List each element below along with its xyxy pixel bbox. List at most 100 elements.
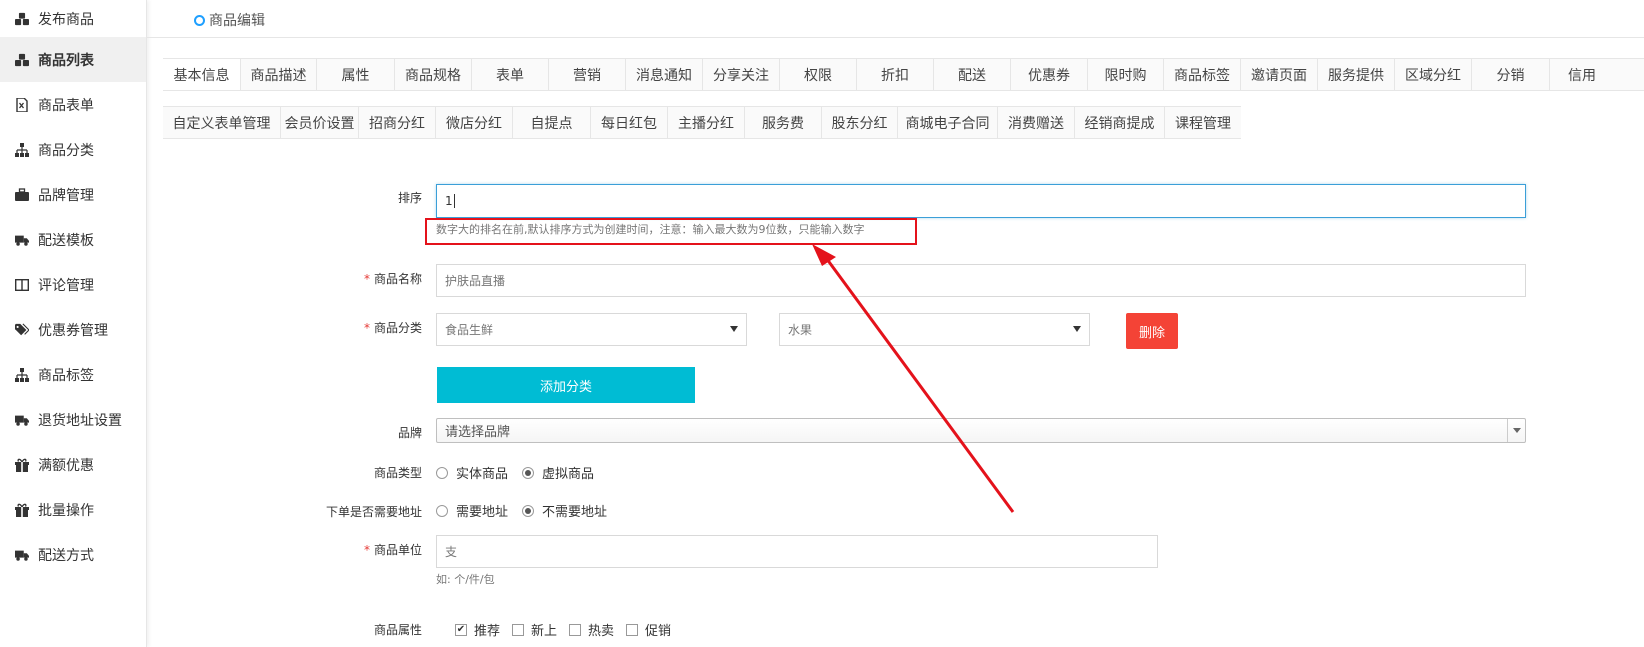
tab-tabs_row1-10[interactable]: 配送 (933, 59, 1010, 90)
tab-tabs_row2-3[interactable]: 微店分红 (435, 107, 512, 138)
breadcrumb: 商品编辑 (194, 10, 265, 30)
tab-tabs_row2-10[interactable]: 消费赠送 (997, 107, 1074, 138)
tags-icon (14, 322, 30, 337)
checkbox[interactable] (512, 623, 525, 636)
sidebar-item-8[interactable]: 商品标签 (0, 352, 146, 397)
sitemap-icon (14, 367, 30, 382)
tab-tabs_row1-17[interactable]: 分销 (1471, 59, 1549, 90)
sidebar-item-label: 商品分类 (38, 142, 94, 159)
tab-tabs_row1-15[interactable]: 服务提供 (1317, 59, 1394, 90)
tab-tabs_row2-6[interactable]: 主播分红 (667, 107, 744, 138)
product-name-input[interactable]: 护肤品直播 (436, 264, 1526, 297)
sort-input-value: 1 (445, 194, 453, 208)
sidebar-item-11[interactable]: 批量操作 (0, 487, 146, 532)
attributes-label: 商品属性 (373, 623, 422, 637)
radio-button[interactable] (522, 504, 535, 517)
add-category-button[interactable]: 添加分类 (437, 367, 695, 403)
tab-tabs_row1-11[interactable]: 优惠券 (1010, 59, 1087, 90)
tab-bar-primary: 基本信息 商品描述 属性 商品规格 表单 营销 消息通知 分享关注 权限 折扣 配送 优惠券 限时购 商品… (163, 58, 1644, 91)
checkbox-label[interactable]: 促销 (645, 620, 671, 639)
tab-tabs_row2-11[interactable]: 经销商提成 (1074, 107, 1164, 138)
category-secondary-select[interactable]: 水果 (779, 313, 1090, 346)
tab-tabs_row1-0[interactable]: 基本信息 (163, 59, 240, 90)
checkbox-label[interactable]: 热卖 (588, 620, 614, 639)
need-address-label: 下单是否需要地址 (325, 505, 422, 519)
brand-placeholder: 请选择品牌 (445, 425, 511, 440)
radio-label[interactable]: 虚拟商品 (542, 463, 594, 482)
caret-down-icon (730, 326, 738, 332)
tab-tabs_row1-12[interactable]: 限时购 (1087, 59, 1163, 90)
sidebar-item-label: 评论管理 (38, 277, 94, 294)
tab-tabs_row2-12[interactable]: 课程管理 (1164, 107, 1241, 138)
chevron-down-icon (1507, 419, 1525, 442)
tab-tabs_row2-2[interactable]: 招商分红 (358, 107, 435, 138)
tab-tabs_row1-7[interactable]: 分享关注 (702, 59, 779, 90)
sidebar-item-12[interactable]: 配送方式 (0, 532, 146, 577)
tab-tabs_row2-0[interactable]: 自定义表单管理 (163, 107, 280, 138)
tab-bar-secondary: 自定义表单管理 会员价设置 招商分红 微店分红 自提点 每日红包 主播分红 服务费 股东分红 商城… (163, 106, 1241, 139)
checkbox[interactable] (569, 623, 582, 636)
sidebar-item-label: 优惠券管理 (38, 322, 108, 339)
sidebar-item-5[interactable]: 配送模板 (0, 217, 146, 262)
sidebar-item-10[interactable]: 满额优惠 (0, 442, 146, 487)
tab-tabs_row1-5[interactable]: 营销 (548, 59, 625, 90)
tab-tabs_row1-16[interactable]: 区域分红 (1394, 59, 1471, 90)
unit-input[interactable]: 支 (436, 535, 1158, 568)
tab-tabs_row2-8[interactable]: 股东分红 (821, 107, 897, 138)
radio-label[interactable]: 不需要地址 (542, 501, 607, 520)
checkbox-label[interactable]: 新上 (531, 620, 557, 639)
radio-button[interactable] (522, 466, 535, 479)
sidebar-item-6[interactable]: 评论管理 (0, 262, 146, 307)
sidebar-item-3[interactable]: 商品分类 (0, 127, 146, 172)
sidebar-item-label: 满额优惠 (38, 457, 94, 474)
category-label: * 商品分类 (363, 321, 422, 335)
excel-file-icon (14, 97, 30, 112)
brand-select[interactable]: 请选择品牌 (436, 418, 1526, 443)
annotation-highlight-box (425, 218, 917, 245)
tab-tabs_row1-6[interactable]: 消息通知 (625, 59, 702, 90)
delete-category-button[interactable]: 删除 (1126, 313, 1178, 349)
product-type-label: 商品类型 (373, 466, 422, 480)
sidebar-item-9[interactable]: 退货地址设置 (0, 397, 146, 442)
caret-down-icon (1073, 326, 1081, 332)
tab-tabs_row1-2[interactable]: 属性 (316, 59, 394, 90)
product-type-radio-group: 实体商品 虚拟商品 (436, 463, 608, 482)
sidebar-item-label: 品牌管理 (38, 187, 94, 204)
tab-tabs_row2-9[interactable]: 商城电子合同 (897, 107, 997, 138)
sidebar-item-label: 配送模板 (38, 232, 94, 249)
sidebar-item-2[interactable]: 商品表单 (0, 82, 146, 127)
tab-tabs_row1-9[interactable]: 折扣 (856, 59, 933, 90)
sort-input[interactable]: 1 (436, 184, 1526, 218)
radio-label[interactable]: 需要地址 (456, 501, 508, 520)
checkbox[interactable] (626, 623, 639, 636)
sidebar-item-1[interactable]: 商品列表 (0, 37, 146, 82)
truck-icon (14, 548, 30, 562)
sidebar-item-4[interactable]: 品牌管理 (0, 172, 146, 217)
tab-tabs_row2-7[interactable]: 服务费 (744, 107, 821, 138)
radio-button[interactable] (436, 504, 448, 517)
tab-tabs_row2-5[interactable]: 每日红包 (590, 107, 667, 138)
unit-hint: 如: 个/件/包 (436, 573, 495, 586)
tab-tabs_row1-3[interactable]: 商品规格 (394, 59, 471, 90)
tab-tabs_row2-4[interactable]: 自提点 (512, 107, 590, 138)
sidebar-item-label: 商品标签 (38, 367, 94, 384)
sidebar-item-label: 商品列表 (38, 52, 94, 69)
tab-tabs_row2-1[interactable]: 会员价设置 (280, 107, 358, 138)
checkbox-checked[interactable]: ✔ (455, 623, 467, 636)
tab-tabs_row1-4[interactable]: 表单 (471, 59, 548, 90)
checkbox-label[interactable]: 推荐 (474, 620, 500, 639)
sidebar-item-7[interactable]: 优惠券管理 (0, 307, 146, 352)
category-primary-select[interactable]: 食品生鲜 (436, 313, 747, 346)
annotation-arrow-head (812, 244, 836, 266)
radio-button[interactable] (436, 466, 448, 479)
sidebar-item-0[interactable]: 发布商品 (0, 0, 146, 37)
tab-tabs_row1-18[interactable]: 信用 (1549, 59, 1614, 90)
radio-label[interactable]: 实体商品 (456, 463, 508, 482)
text-caret (453, 194, 455, 208)
tab-tabs_row1-8[interactable]: 权限 (779, 59, 856, 90)
tab-tabs_row1-14[interactable]: 邀请页面 (1240, 59, 1317, 90)
tab-tabs_row1-1[interactable]: 商品描述 (240, 59, 316, 90)
tab-tabs_row1-13[interactable]: 商品标签 (1163, 59, 1240, 90)
breadcrumb-label: 商品编辑 (209, 13, 265, 29)
unit-value: 支 (445, 545, 458, 559)
